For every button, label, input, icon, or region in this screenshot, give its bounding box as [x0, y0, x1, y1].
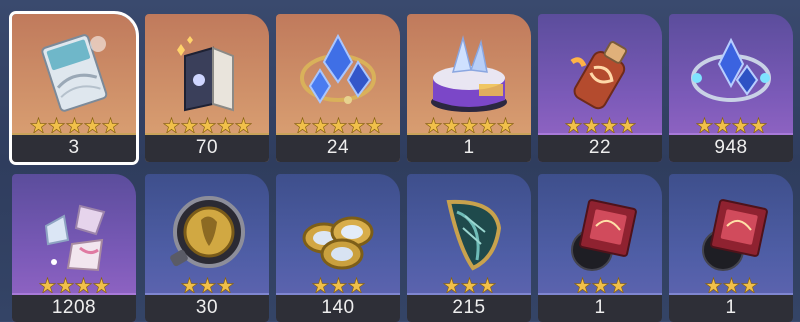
item-card-coins[interactable]: 140: [276, 174, 400, 322]
cake-icon: [431, 35, 507, 112]
shards-icon: [44, 204, 106, 272]
star-icon: [749, 117, 767, 134]
item-count: 1: [407, 133, 531, 162]
star-icon: [74, 277, 92, 294]
star-icon: [618, 117, 636, 134]
star-icon: [478, 117, 496, 134]
item-count: 140: [276, 293, 400, 322]
item-count: 1: [538, 293, 662, 322]
item-count: 70: [145, 133, 269, 162]
star-icon: [704, 277, 722, 294]
star-icon: [424, 117, 442, 134]
star-icon: [47, 117, 65, 134]
star-icon: [442, 277, 460, 294]
item-card-record-box[interactable]: 1: [538, 174, 662, 322]
star-icon: [198, 117, 216, 134]
star-icon: [582, 117, 600, 134]
star-icon: [38, 277, 56, 294]
star-icon: [573, 277, 591, 294]
star-icon: [460, 277, 478, 294]
star-icon: [180, 117, 198, 134]
medallion-icon: [170, 196, 245, 268]
star-icon: [442, 117, 460, 134]
star-icon: [347, 117, 365, 134]
star-icon: [101, 117, 119, 134]
star-icon: [740, 277, 758, 294]
star-icon: [83, 117, 101, 134]
item-card-shards[interactable]: 1208: [12, 174, 136, 322]
star-icon: [311, 117, 329, 134]
inventory-grid: 3 70 24 1 22 948 1208 30 140 215 1 1: [0, 0, 800, 322]
star-icon: [162, 117, 180, 134]
star-icon: [713, 117, 731, 134]
item-count: 24: [276, 133, 400, 162]
leaf-emblem-icon: [446, 199, 502, 271]
star-icon: [293, 117, 311, 134]
star-icon: [365, 117, 383, 134]
star-icon: [564, 117, 582, 134]
star-icon: [216, 277, 234, 294]
item-card-cake[interactable]: 1: [407, 14, 531, 162]
ticket-pass-icon: [41, 34, 108, 112]
potion-bottle-icon: [570, 41, 628, 110]
item-card-medallion[interactable]: 30: [145, 174, 269, 322]
star-icon: [731, 117, 749, 134]
record-box-icon: [702, 199, 768, 271]
crystal-ring-icon: [691, 37, 771, 102]
coins-icon: [302, 216, 374, 270]
item-count: 22: [538, 133, 662, 162]
star-icon: [180, 277, 198, 294]
star-icon: [56, 277, 74, 294]
item-card-crystal-cluster[interactable]: 24: [276, 14, 400, 162]
book-icon: [177, 36, 234, 112]
star-icon: [496, 117, 514, 134]
item-count: 215: [407, 293, 531, 322]
record-box-icon: [571, 199, 637, 271]
star-icon: [92, 277, 110, 294]
star-icon: [591, 277, 609, 294]
item-card-record-box[interactable]: 1: [669, 174, 793, 322]
item-count: 3: [12, 133, 136, 162]
item-card-leaf-emblem[interactable]: 215: [407, 174, 531, 322]
star-icon: [329, 277, 347, 294]
star-icon: [65, 117, 83, 134]
star-icon: [609, 277, 627, 294]
star-icon: [347, 277, 365, 294]
star-icon: [600, 117, 618, 134]
star-icon: [311, 277, 329, 294]
item-count: 948: [669, 133, 793, 162]
item-count: 1: [669, 293, 793, 322]
item-count: 30: [145, 293, 269, 322]
star-icon: [198, 277, 216, 294]
item-card-crystal-ring[interactable]: 948: [669, 14, 793, 162]
star-icon: [29, 117, 47, 134]
star-icon: [722, 277, 740, 294]
star-icon: [478, 277, 496, 294]
item-card-ticket[interactable]: 3: [9, 11, 139, 165]
star-icon: [695, 117, 713, 134]
item-card-potion[interactable]: 22: [538, 14, 662, 162]
star-icon: [329, 117, 347, 134]
star-icon: [460, 117, 478, 134]
star-icon: [234, 117, 252, 134]
star-icon: [216, 117, 234, 134]
item-card-book[interactable]: 70: [145, 14, 269, 162]
item-count: 1208: [12, 293, 136, 322]
crystal-cluster-icon: [300, 33, 376, 104]
